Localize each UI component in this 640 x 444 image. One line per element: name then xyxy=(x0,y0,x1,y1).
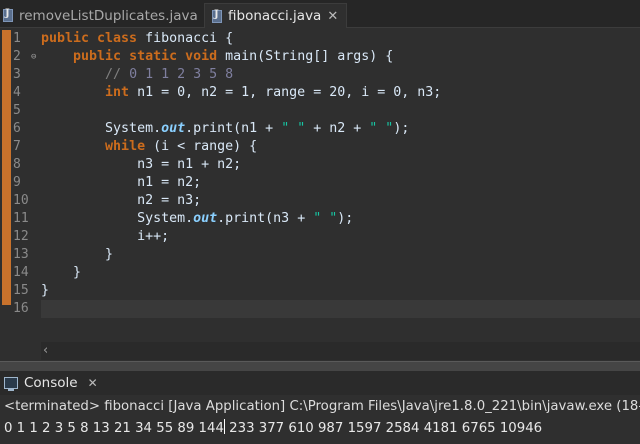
code-editor[interactable]: 1 2 ⊖ 3 4 5 6 7 8 9 10 11 12 13 14 15 16 public class fi… xyxy=(0,28,640,361)
code-line[interactable]: public class fibonacci { xyxy=(41,30,233,48)
code-token: .print(n1 + xyxy=(185,121,282,136)
code-token: public static void xyxy=(73,49,226,64)
tab-remove-list-duplicates[interactable]: J removeListDuplicates.java xyxy=(2,3,198,28)
line-number: 12 xyxy=(13,229,29,244)
fold-collapse-icon[interactable]: ⊖ xyxy=(31,48,36,66)
code-line[interactable]: } xyxy=(41,246,113,264)
code-token: ); xyxy=(393,121,410,136)
code-line[interactable] xyxy=(41,300,640,318)
panel-splitter[interactable] xyxy=(0,361,640,371)
code-line[interactable]: i++; xyxy=(41,228,169,246)
code-token: System. xyxy=(41,211,194,226)
code-token: (i < range) { xyxy=(153,139,258,154)
code-token: i++; xyxy=(41,229,170,244)
line-number: 8 xyxy=(13,157,21,172)
line-number: 13 xyxy=(13,247,29,262)
code-token: } xyxy=(41,265,82,280)
annotation-ruler xyxy=(0,28,13,333)
code-line[interactable]: public static void main(String[] args) { xyxy=(41,48,393,66)
console-tab-label: Console xyxy=(24,375,78,391)
line-number: 1 xyxy=(13,31,21,46)
line-number: 4 xyxy=(13,85,21,100)
horizontal-scrollbar[interactable]: ‹ xyxy=(41,342,640,360)
line-number: 6 xyxy=(13,121,21,136)
output-text: 0 1 1 2 3 5 8 13 21 34 55 89 144 xyxy=(4,421,224,436)
line-number: 5 xyxy=(13,103,21,118)
code-line[interactable]: n2 = n3; xyxy=(41,192,201,210)
code-token: } xyxy=(41,283,50,298)
tab-label: fibonacci.java xyxy=(228,8,322,24)
change-marker xyxy=(2,30,11,305)
code-token: public class xyxy=(41,31,146,46)
close-tab-icon[interactable]: ✕ xyxy=(327,9,338,24)
terminated-status: <terminated> fibonacci [Java Application… xyxy=(4,399,640,414)
code-token: ); xyxy=(337,211,354,226)
line-number: 14 xyxy=(13,265,29,280)
code-token: n1 = n2; xyxy=(41,175,202,190)
scroll-left-icon[interactable]: ‹ xyxy=(43,342,48,360)
line-number: 10 xyxy=(13,193,29,208)
code-token: out xyxy=(193,211,218,226)
code-token: " " xyxy=(369,121,394,136)
code-token: int xyxy=(105,85,138,100)
code-token: + n2 + xyxy=(305,121,370,136)
editor-tab-bar: J removeListDuplicates.java J fibonacci.… xyxy=(0,0,640,28)
code-token: " " xyxy=(313,211,338,226)
console-monitor-icon xyxy=(4,377,18,391)
program-output: 0 1 1 2 3 5 8 13 21 34 55 89 144 233 377… xyxy=(4,419,542,436)
code-line[interactable]: // 0 1 1 2 3 5 8 xyxy=(41,66,233,84)
output-text-rest: 233 377 610 987 1597 2584 4181 6765 1094… xyxy=(224,421,543,436)
console-output[interactable]: <terminated> fibonacci [Java Application… xyxy=(0,395,640,444)
code-line[interactable]: n1 = n2; xyxy=(41,174,201,192)
code-token: } xyxy=(41,247,114,262)
line-number: 16 xyxy=(13,301,29,316)
code-line[interactable]: } xyxy=(41,264,81,282)
code-line[interactable]: System.out.print(n3 + " "); xyxy=(41,210,353,228)
line-number: 9 xyxy=(13,175,21,190)
tab-console[interactable]: Console ✕ xyxy=(0,371,104,395)
code-token: n2 = n3; xyxy=(41,193,202,208)
code-token: fibonacci { xyxy=(145,31,234,46)
code-token: .print(n3 + xyxy=(217,211,314,226)
console-tab-bar: Console ✕ xyxy=(0,371,640,395)
code-line[interactable]: System.out.print(n1 + " " + n2 + " "); xyxy=(41,120,409,138)
code-token: 0 1 1 2 3 5 8 xyxy=(129,67,234,82)
java-file-icon: J xyxy=(211,9,224,24)
line-number: 7 xyxy=(13,139,21,154)
code-token: out xyxy=(161,121,186,136)
code-token: main(String[] args) { xyxy=(225,49,394,64)
code-token: n1 = 0, n2 = 1, range = 20, i = 0, n3; xyxy=(137,85,442,100)
code-line[interactable]: int n1 = 0, n2 = 1, range = 20, i = 0, n… xyxy=(41,84,441,102)
code-token: System. xyxy=(41,121,162,136)
line-number: 3 xyxy=(13,67,21,82)
tab-fibonacci[interactable]: J fibonacci.java ✕ xyxy=(204,3,348,28)
tab-label: removeListDuplicates.java xyxy=(19,7,198,24)
code-token: " " xyxy=(281,121,306,136)
code-line[interactable]: n3 = n1 + n2; xyxy=(41,156,241,174)
close-console-icon[interactable]: ✕ xyxy=(88,376,98,390)
code-token: while xyxy=(105,139,154,154)
line-number: 2 ⊖ xyxy=(13,48,37,66)
code-token: n3 = n1 + n2; xyxy=(41,157,242,172)
code-line[interactable]: while (i < range) { xyxy=(41,138,257,156)
line-number: 15 xyxy=(13,283,29,298)
code-line[interactable]: } xyxy=(41,282,49,300)
java-file-icon: J xyxy=(2,8,15,23)
line-number: 11 xyxy=(13,211,29,226)
code-token: // xyxy=(105,67,130,82)
